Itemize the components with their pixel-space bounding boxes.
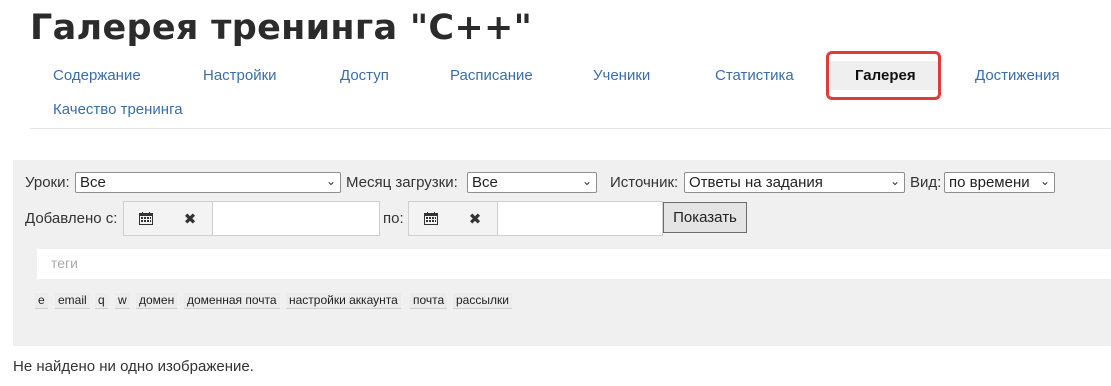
tag-chip[interactable]: почта <box>410 293 448 309</box>
close-icon: ✖ <box>468 210 482 228</box>
chevron-down-icon: ⌄ <box>1039 174 1050 188</box>
tab-access[interactable]: Доступ <box>340 67 389 84</box>
source-select[interactable]: Ответы на задания ⌄ <box>684 172 905 193</box>
source-label: Источник: <box>610 174 679 191</box>
show-button[interactable]: Показать <box>663 202 747 233</box>
close-icon: ✖ <box>183 210 197 228</box>
tab-settings[interactable]: Настройки <box>203 67 277 84</box>
tag-chip[interactable]: email <box>55 293 90 309</box>
month-select-value: Все <box>472 174 498 191</box>
tab-bar: Содержание Настройки Доступ Расписание У… <box>30 58 1111 129</box>
chevron-down-icon: ⌄ <box>325 174 336 188</box>
month-select[interactable]: Все ⌄ <box>467 172 597 193</box>
lessons-select[interactable]: Все ⌄ <box>75 172 341 193</box>
tab-content[interactable]: Содержание <box>53 67 141 84</box>
date-from-input[interactable] <box>213 202 379 235</box>
calendar-icon <box>139 212 153 225</box>
tag-chip[interactable]: e <box>35 293 48 309</box>
tag-chip[interactable]: рассылки <box>453 293 512 309</box>
to-label: по: <box>383 210 404 227</box>
tag-chip[interactable]: q <box>95 293 108 309</box>
lessons-select-value: Все <box>80 174 106 191</box>
tab-schedule[interactable]: Расписание <box>450 67 533 84</box>
added-from-label: Добавлено с: <box>25 210 118 227</box>
clear-button[interactable]: ✖ <box>168 202 213 235</box>
view-label: Вид: <box>910 174 942 191</box>
calendar-button[interactable] <box>124 202 169 235</box>
tab-students[interactable]: Ученики <box>593 67 650 84</box>
calendar-icon <box>424 212 438 225</box>
chevron-down-icon: ⌄ <box>581 174 592 188</box>
tag-chip[interactable]: w <box>115 293 130 309</box>
date-to-group: ✖ <box>408 201 663 236</box>
empty-message: Не найдено ни одно изображение. <box>13 358 254 375</box>
calendar-button[interactable] <box>409 202 454 235</box>
tag-chip[interactable]: доменная почта <box>184 293 280 309</box>
clear-button[interactable]: ✖ <box>453 202 498 235</box>
month-label: Месяц загрузки: <box>346 174 458 191</box>
source-select-value: Ответы на задания <box>689 174 823 191</box>
tab-gallery[interactable]: Галерея <box>830 61 941 90</box>
tag-chip[interactable]: настройки аккаунта <box>286 293 401 309</box>
tags-input[interactable]: теги <box>37 249 1111 279</box>
tab-achievements[interactable]: Достижения <box>975 67 1060 84</box>
tag-chip[interactable]: домен <box>136 293 178 309</box>
tab-training-quality[interactable]: Качество тренинга <box>53 101 183 118</box>
date-to-input[interactable] <box>498 202 662 235</box>
lessons-label: Уроки: <box>25 174 70 191</box>
chevron-down-icon: ⌄ <box>889 174 900 188</box>
filter-panel: Уроки: Все ⌄ Месяц загрузки: Все ⌄ Источ… <box>13 160 1111 346</box>
view-select[interactable]: по времени ⌄ <box>944 172 1055 193</box>
page-title: Галерея тренинга "С++" <box>30 8 533 48</box>
date-from-group: ✖ <box>123 201 380 236</box>
view-select-value: по времени <box>949 174 1030 191</box>
tab-statistics[interactable]: Статистика <box>715 67 794 84</box>
